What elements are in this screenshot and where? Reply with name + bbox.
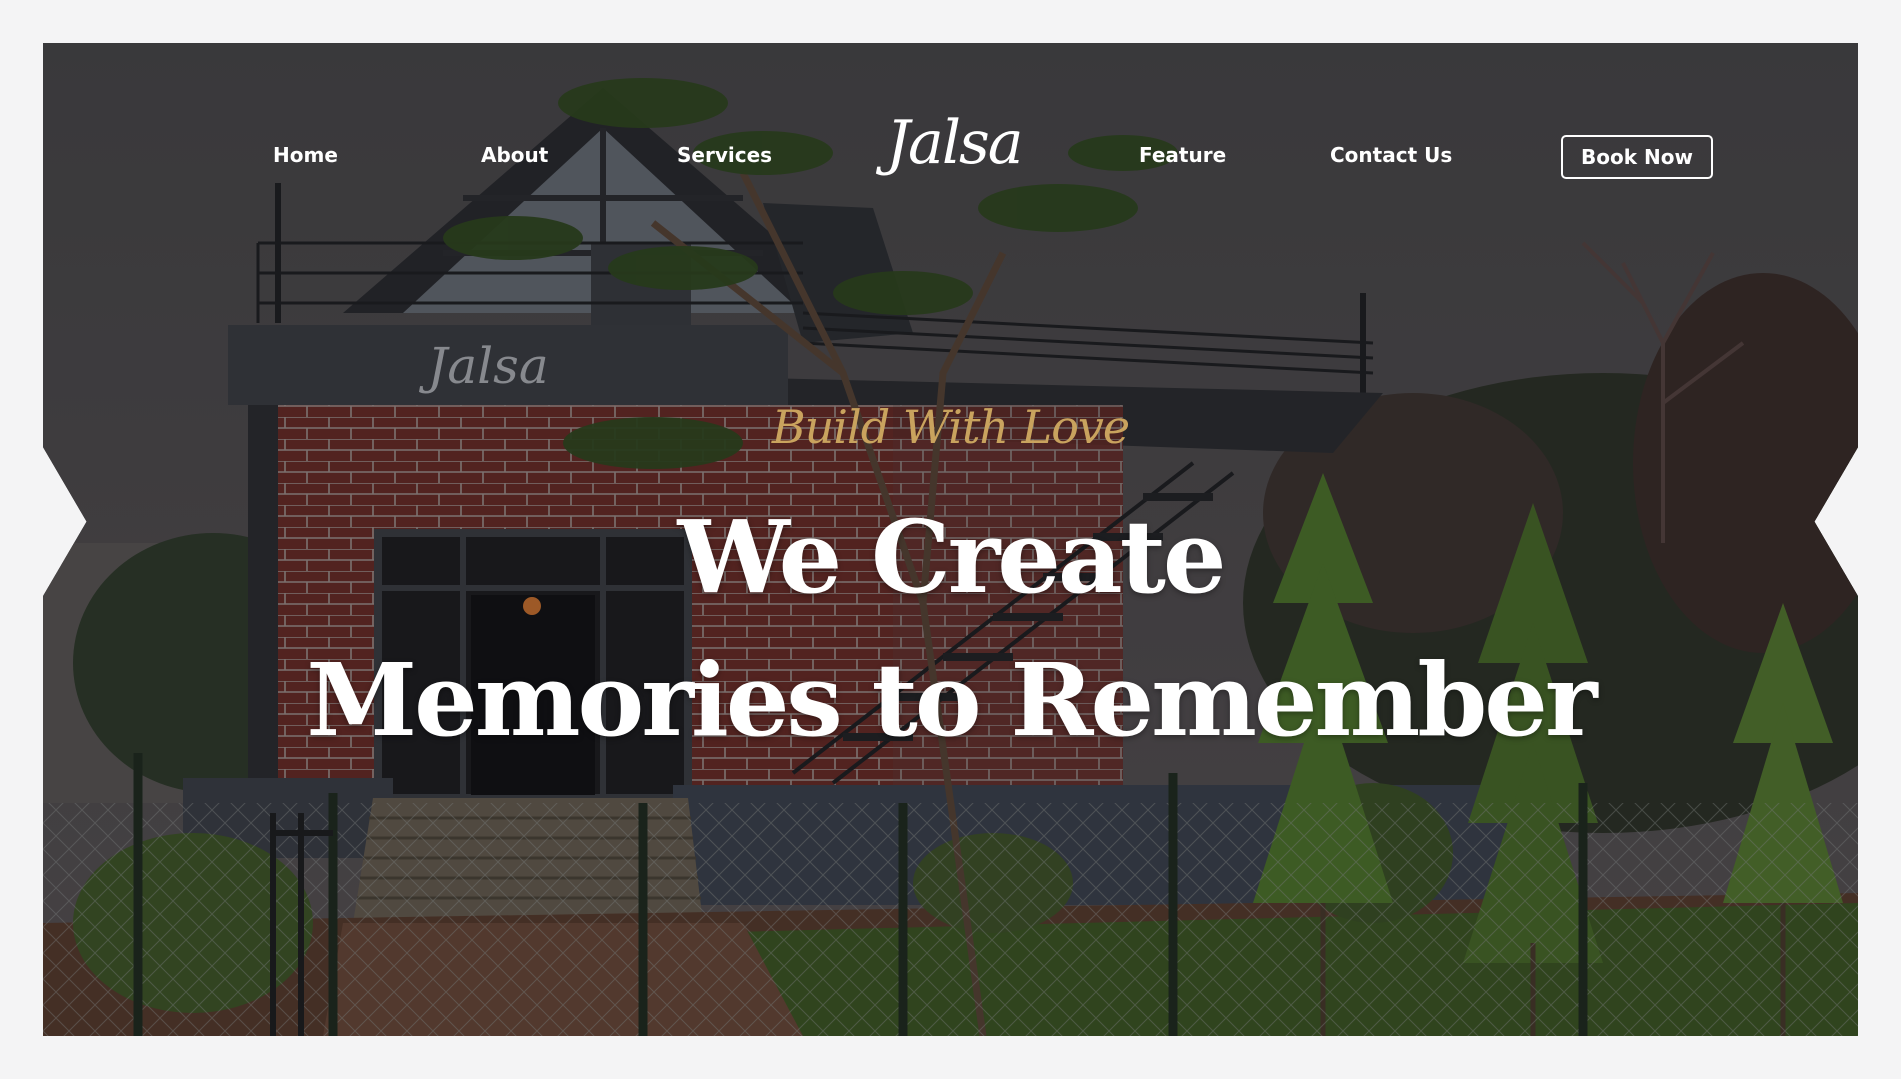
hero-headline-line-1: We Create	[677, 498, 1226, 616]
nav-feature[interactable]: Feature	[1139, 143, 1226, 167]
hero-headline-line-2: Memories to Remember	[306, 641, 1597, 759]
nav-services[interactable]: Services	[677, 143, 772, 167]
book-now-button[interactable]: Book Now	[1561, 135, 1713, 179]
nav-home[interactable]: Home	[273, 143, 338, 167]
nav-contact-us[interactable]: Contact Us	[1330, 143, 1452, 167]
hero-tagline: Build With Love	[771, 400, 1130, 454]
nav-about[interactable]: About	[481, 143, 548, 167]
hero-section: Jalsa Home About Services Jalsa Feature …	[43, 43, 1858, 1036]
site-logo[interactable]: Jalsa	[886, 113, 1024, 173]
